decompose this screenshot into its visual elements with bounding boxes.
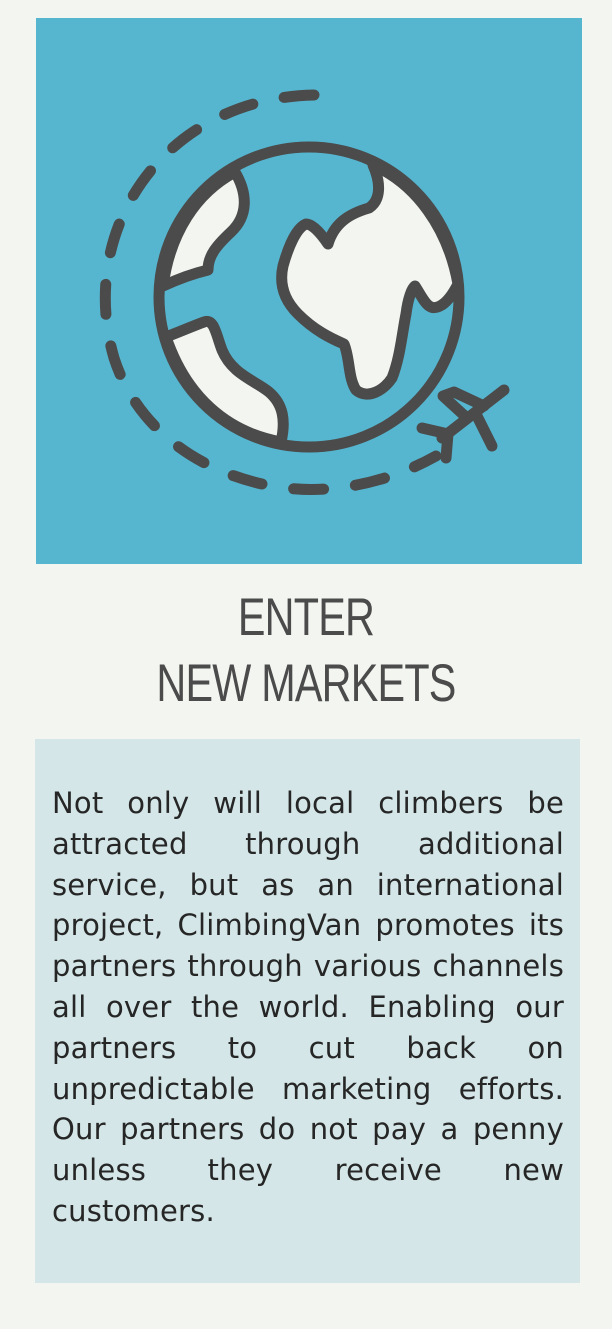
globe-with-airplane-icon [99, 89, 510, 495]
page-title: ENTER NEW MARKETS [67, 585, 544, 717]
description-text: Not only will local climbers be attracte… [52, 786, 564, 1228]
title-line-1: ENTER [237, 588, 375, 647]
icon-panel [36, 18, 582, 564]
airplane-wing-lower [470, 408, 498, 452]
title-line-2: NEW MARKETS [156, 654, 456, 713]
description-panel: Not only will local climbers be attracte… [35, 739, 580, 1283]
